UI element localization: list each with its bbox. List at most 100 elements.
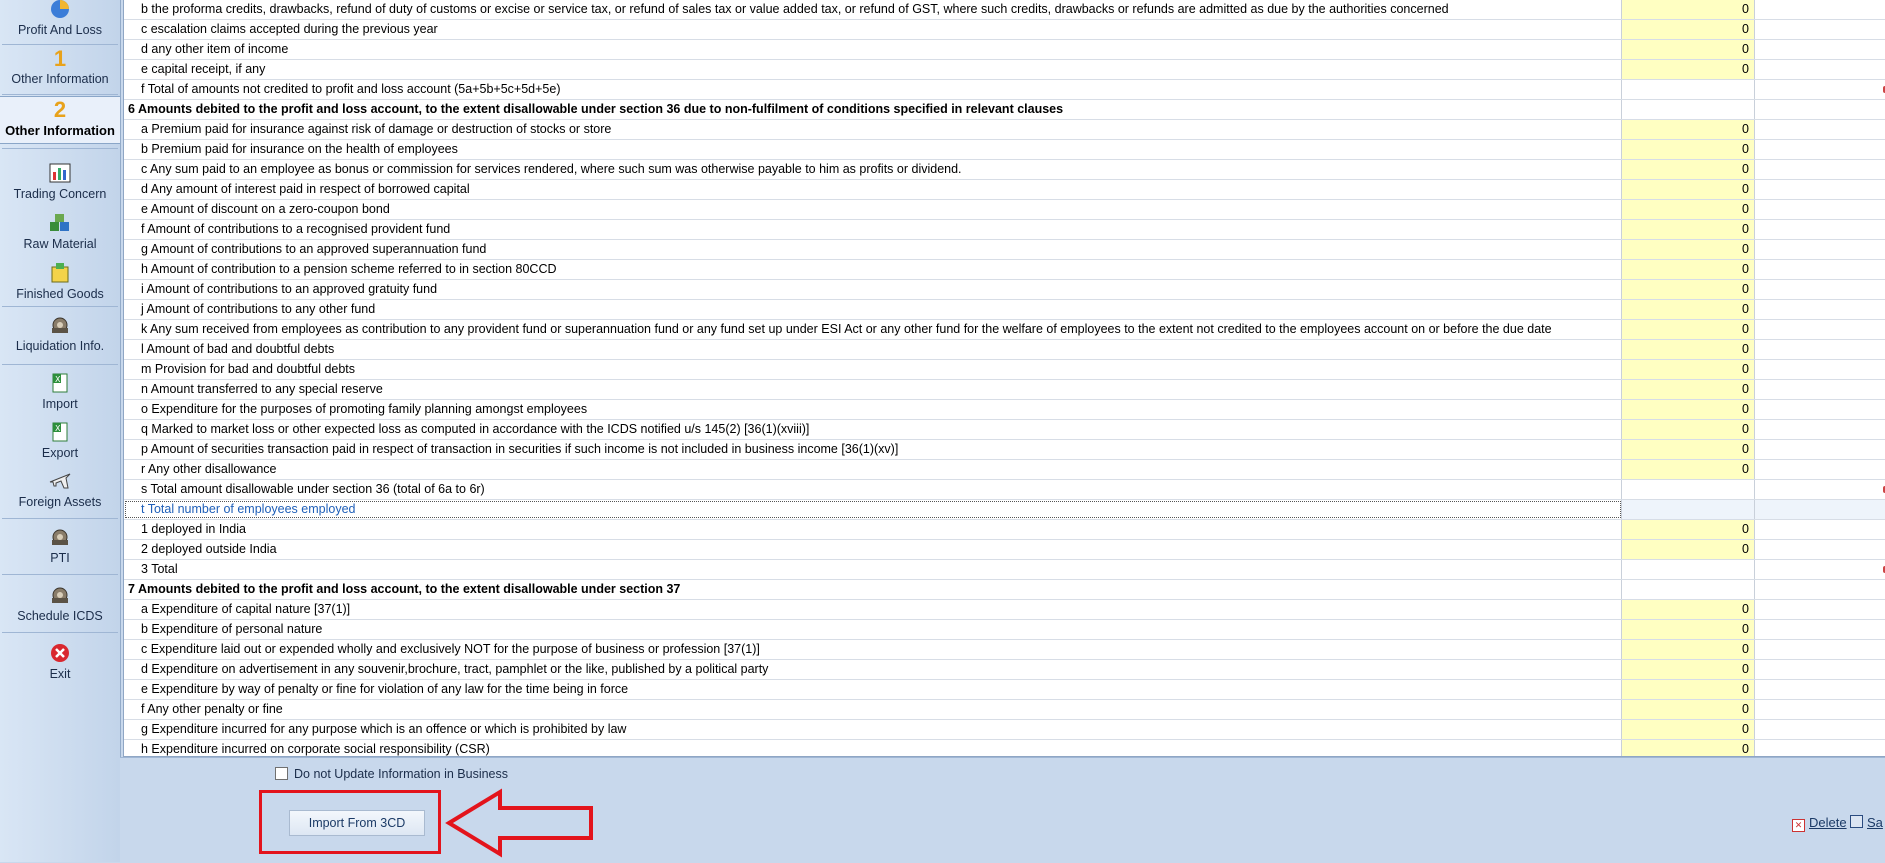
sidebar-item-trading-concern[interactable]: Trading Concern xyxy=(0,158,120,204)
amount-cell xyxy=(1622,580,1755,599)
row-description: m Provision for bad and doubtful debts xyxy=(124,360,1622,379)
extra-cell xyxy=(1755,140,1885,159)
row-description: b Premium paid for insurance on the heal… xyxy=(124,140,1622,159)
delete-label: Delete xyxy=(1809,815,1847,830)
sidebar-item-other-information-2[interactable]: 2 Other Information xyxy=(0,96,120,144)
row-description: g Amount of contributions to an approved… xyxy=(124,240,1622,259)
amount-input-cell[interactable]: 0 xyxy=(1622,720,1755,739)
table-row: c Any sum paid to an employee as bonus o… xyxy=(124,160,1885,180)
extra-cell xyxy=(1755,480,1885,499)
amount-input-cell[interactable]: 0 xyxy=(1622,680,1755,699)
amount-input-cell[interactable]: 0 xyxy=(1622,660,1755,679)
save-button[interactable]: Sa xyxy=(1850,815,1883,830)
row-description: s Total amount disallowable under sectio… xyxy=(124,480,1622,499)
amount-input-cell[interactable]: 0 xyxy=(1622,700,1755,719)
sidebar-item-label: Export xyxy=(41,446,79,460)
row-description: e capital receipt, if any xyxy=(124,60,1622,79)
extra-cell xyxy=(1755,40,1885,59)
extra-cell xyxy=(1755,20,1885,39)
extra-cell xyxy=(1755,580,1885,599)
table-row: r Any other disallowance 0 xyxy=(124,460,1885,480)
amount-input-cell[interactable]: 0 xyxy=(1622,180,1755,199)
checkbox-box[interactable] xyxy=(275,767,288,780)
sidebar-item-label: Schedule ICDS xyxy=(17,609,103,623)
extra-cell xyxy=(1755,640,1885,659)
extra-cell xyxy=(1755,560,1885,579)
sidebar-item-raw-material[interactable]: Raw Material xyxy=(0,208,120,254)
delete-button[interactable]: ✕ Delete xyxy=(1792,815,1847,832)
table-row: e Expenditure by way of penalty or fine … xyxy=(124,680,1885,700)
amount-input-cell[interactable]: 0 xyxy=(1622,120,1755,139)
amount-input-cell[interactable]: 0 xyxy=(1622,40,1755,59)
amount-input-cell[interactable]: 0 xyxy=(1622,200,1755,219)
amount-input-cell[interactable]: 0 xyxy=(1622,340,1755,359)
amount-cell xyxy=(1622,560,1755,579)
table-row: d Any amount of interest paid in respect… xyxy=(124,180,1885,200)
table-row: b the proforma credits, drawbacks, refun… xyxy=(124,0,1885,20)
sidebar-item-export[interactable]: X Export xyxy=(0,417,120,463)
amount-input-cell[interactable]: 0 xyxy=(1622,540,1755,559)
amount-input-cell[interactable]: 0 xyxy=(1622,260,1755,279)
amount-input-cell[interactable]: 0 xyxy=(1622,160,1755,179)
amount-input-cell[interactable]: 0 xyxy=(1622,20,1755,39)
extra-cell xyxy=(1755,420,1885,439)
amount-input-cell[interactable]: 0 xyxy=(1622,520,1755,539)
sidebar-item-profit-and-loss[interactable]: Profit And Loss xyxy=(0,0,120,38)
extra-cell xyxy=(1755,680,1885,699)
extra-cell xyxy=(1755,380,1885,399)
amount-input-cell[interactable]: 0 xyxy=(1622,400,1755,419)
extra-cell xyxy=(1755,180,1885,199)
sidebar-item-liquidation-info[interactable]: Liquidation Info. xyxy=(0,310,120,360)
row-description: h Amount of contribution to a pension sc… xyxy=(124,260,1622,279)
extra-cell xyxy=(1755,80,1885,99)
amount-input-cell[interactable]: 0 xyxy=(1622,740,1755,756)
amount-input-cell[interactable]: 0 xyxy=(1622,600,1755,619)
row-description: c Expenditure laid out or expended wholl… xyxy=(124,640,1622,659)
sidebar-item-schedule-icds[interactable]: Schedule ICDS xyxy=(0,580,120,630)
amount-input-cell[interactable]: 0 xyxy=(1622,60,1755,79)
amount-input-cell[interactable]: 0 xyxy=(1622,380,1755,399)
sidebar-item-other-information-1[interactable]: 1 Other Information xyxy=(0,46,120,92)
table-row: n Amount transferred to any special rese… xyxy=(124,380,1885,400)
sidebar-item-label: Trading Concern xyxy=(13,187,107,201)
row-description: j Amount of contributions to any other f… xyxy=(124,300,1622,319)
extra-cell xyxy=(1755,400,1885,419)
amount-input-cell[interactable]: 0 xyxy=(1622,320,1755,339)
close-icon xyxy=(0,642,120,664)
sidebar-item-pti[interactable]: PTI xyxy=(0,522,120,572)
sidebar-item-exit[interactable]: Exit xyxy=(0,638,120,684)
table-row[interactable]: t Total number of employees employed xyxy=(124,500,1885,520)
amount-input-cell[interactable]: 0 xyxy=(1622,240,1755,259)
row-description: a Expenditure of capital nature [37(1)] xyxy=(124,600,1622,619)
sidebar-item-finished-goods[interactable]: Finished Goods xyxy=(0,258,120,304)
save-disk-icon xyxy=(1850,815,1863,828)
row-description: h Expenditure incurred on corporate soci… xyxy=(124,740,1622,756)
gear-icon xyxy=(0,584,120,606)
amount-input-cell[interactable]: 0 xyxy=(1622,420,1755,439)
sidebar-item-label: Finished Goods xyxy=(16,287,104,301)
amount-input-cell[interactable]: 0 xyxy=(1622,440,1755,459)
table-row: d any other item of income 0 xyxy=(124,40,1885,60)
amount-input-cell[interactable]: 0 xyxy=(1622,640,1755,659)
sidebar-item-foreign-assets[interactable]: Foreign Assets xyxy=(0,466,120,512)
amount-input-cell[interactable]: 0 xyxy=(1622,0,1755,19)
extra-cell xyxy=(1755,500,1885,519)
amount-input-cell[interactable]: 0 xyxy=(1622,140,1755,159)
amount-input-cell[interactable]: 0 xyxy=(1622,620,1755,639)
import-from-3cd-button[interactable]: Import From 3CD xyxy=(289,810,425,836)
sidebar-item-label: PTI xyxy=(50,551,70,565)
amount-input-cell[interactable]: 0 xyxy=(1622,280,1755,299)
amount-input-cell[interactable]: 0 xyxy=(1622,360,1755,379)
row-description: l Amount of bad and doubtful debts xyxy=(124,340,1622,359)
amount-input-cell[interactable]: 0 xyxy=(1622,220,1755,239)
amount-input-cell[interactable]: 0 xyxy=(1622,300,1755,319)
table-row: g Amount of contributions to an approved… xyxy=(124,240,1885,260)
delete-icon: ✕ xyxy=(1792,819,1805,832)
extra-cell xyxy=(1755,520,1885,539)
row-description: 3 Total xyxy=(124,560,1622,579)
sidebar-item-import[interactable]: X Import xyxy=(0,368,120,414)
extra-cell xyxy=(1755,600,1885,619)
no-update-checkbox[interactable]: Do not Update Information in Business xyxy=(275,766,508,782)
sidebar-separator xyxy=(2,94,118,95)
amount-input-cell[interactable]: 0 xyxy=(1622,460,1755,479)
